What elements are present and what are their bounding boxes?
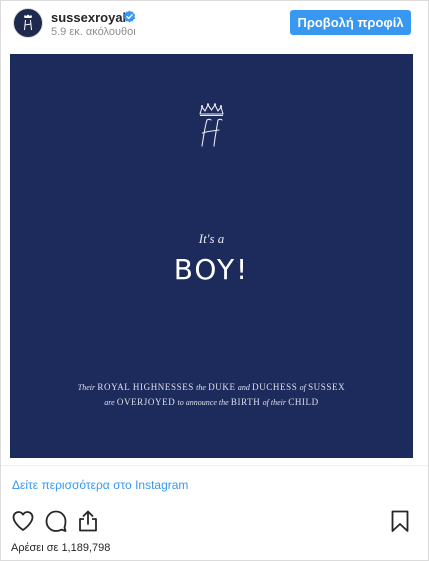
- share-icon[interactable]: [76, 509, 100, 533]
- see-more-on-instagram-link[interactable]: Δείτε περισσότερα στο Instagram: [12, 478, 188, 492]
- announcement-word: of their: [262, 398, 286, 407]
- announcement-word: ROYAL HIGHNESSES: [97, 382, 194, 392]
- divider: [1, 465, 428, 466]
- announcement-word: Their: [77, 383, 96, 392]
- post-image[interactable]: It's a BOY! Their ROYAL HIGHNESSES the D…: [10, 54, 413, 458]
- announcement-subtitle: It's a: [198, 231, 225, 246]
- post-actions: [0, 508, 429, 534]
- post-header: sussexroyal 5.9 εκ. ακόλουθοι Προβολή πρ…: [0, 0, 429, 46]
- username[interactable]: sussexroyal: [51, 10, 126, 25]
- bookmark-icon[interactable]: [388, 509, 412, 533]
- announcement-line-2: are OVERJOYED to announce the BIRTH of t…: [10, 397, 413, 407]
- announcement-word: the: [196, 383, 206, 392]
- announcement-word: OVERJOYED: [116, 397, 176, 407]
- followers-count: 5.9 εκ. ακόλουθοι: [51, 26, 136, 38]
- announcement-word: SUSSEX: [308, 382, 346, 392]
- announcement-word: DUKE: [208, 382, 236, 392]
- announcement-line-1: Their ROYAL HIGHNESSES the DUKE and DUCH…: [10, 382, 413, 392]
- likes-count: Αρέσει σε 1,189,798: [11, 542, 111, 554]
- avatar[interactable]: [13, 8, 43, 38]
- announcement-headline: BOY!: [173, 253, 250, 286]
- royal-monogram-icon: [199, 103, 224, 147]
- comment-bubble-icon[interactable]: [44, 509, 68, 533]
- monogram-avatar-icon: [24, 14, 32, 31]
- announcement-word: CHILD: [288, 397, 319, 407]
- announcement-word: of: [299, 383, 306, 392]
- view-profile-button[interactable]: Προβολή προφίλ: [290, 10, 411, 35]
- announcement-word: are: [104, 398, 115, 407]
- heart-icon[interactable]: [11, 509, 35, 533]
- announcement-word: DUCHESS: [252, 382, 298, 392]
- announcement-word: to announce the: [177, 398, 229, 407]
- verified-badge-icon: [123, 10, 136, 23]
- announcement-word: BIRTH: [230, 397, 261, 407]
- announcement-word: and: [237, 383, 250, 392]
